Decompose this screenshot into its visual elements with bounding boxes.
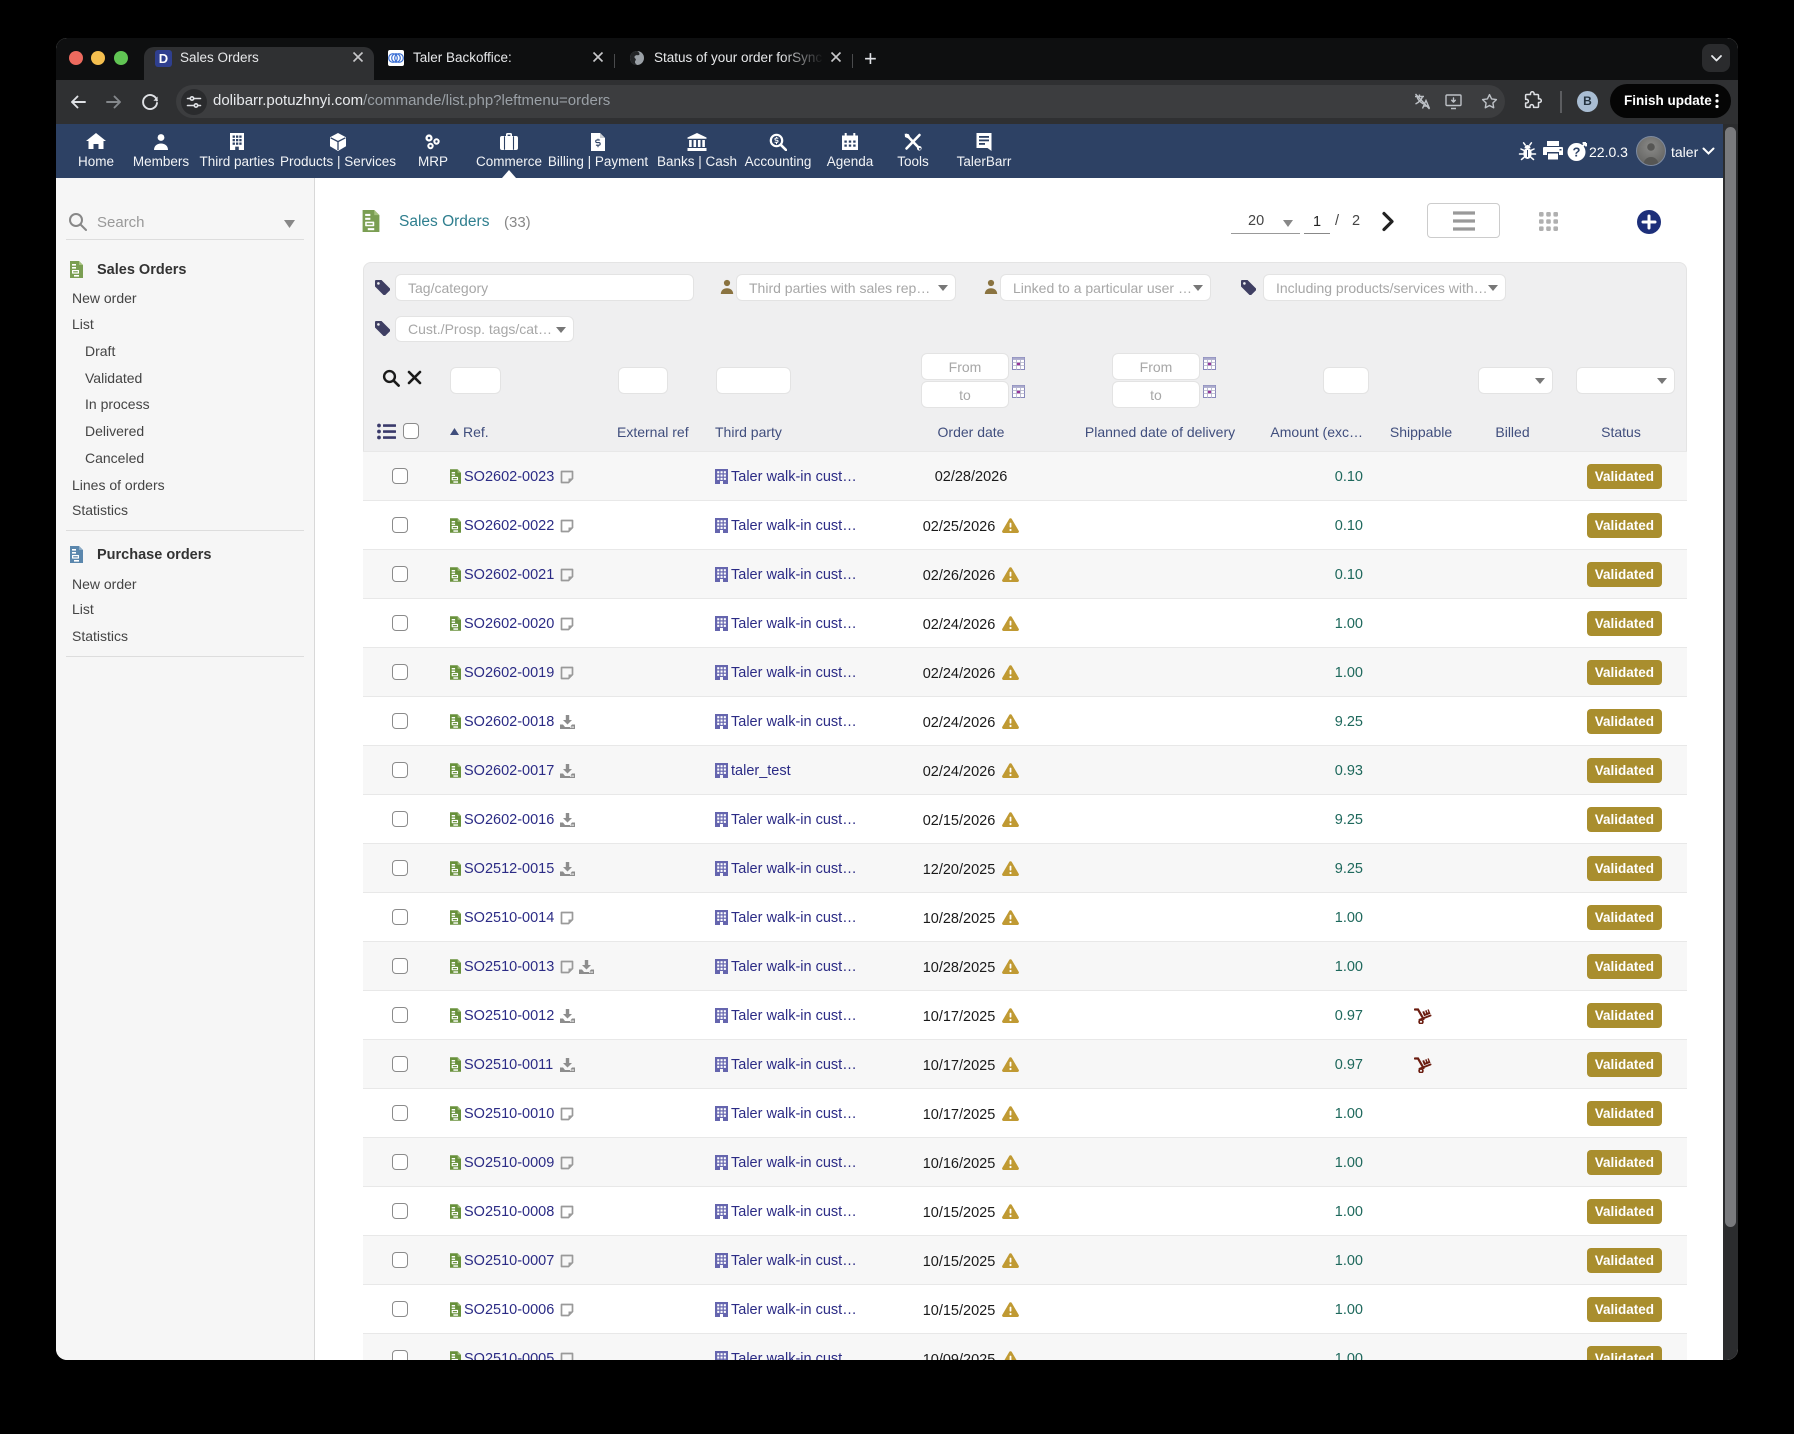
svg-text:?: ?	[1573, 145, 1581, 160]
